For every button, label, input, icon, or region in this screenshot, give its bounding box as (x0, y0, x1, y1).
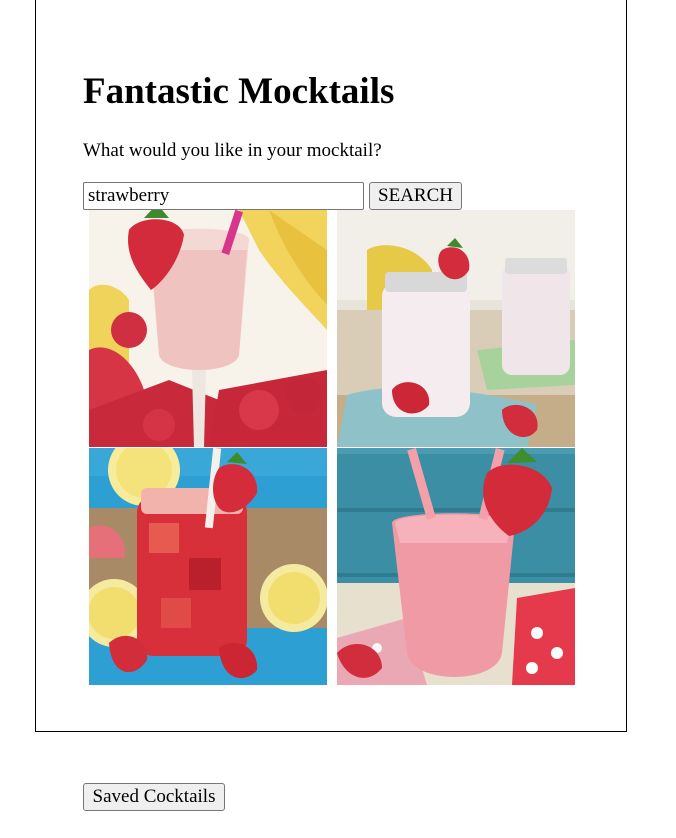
search-prompt: What would you like in your mocktail? (83, 140, 382, 161)
strawberry-banana-smoothie-image (89, 210, 327, 447)
search-button[interactable]: SEARCH (369, 182, 462, 210)
result-image-2[interactable] (337, 210, 575, 447)
search-input[interactable] (83, 182, 364, 210)
strawberry-lemonade-image (89, 448, 327, 685)
result-image-4[interactable] (337, 448, 575, 685)
result-image-1[interactable] (89, 210, 327, 447)
page-title: Fantastic Mocktails (83, 71, 395, 112)
result-image-3[interactable] (89, 448, 327, 685)
saved-cocktails-button[interactable]: Saved Cocktails (83, 783, 225, 811)
pink-strawberry-smoothie-image (337, 448, 575, 685)
strawberry-milkshake-jars-image (337, 210, 575, 447)
